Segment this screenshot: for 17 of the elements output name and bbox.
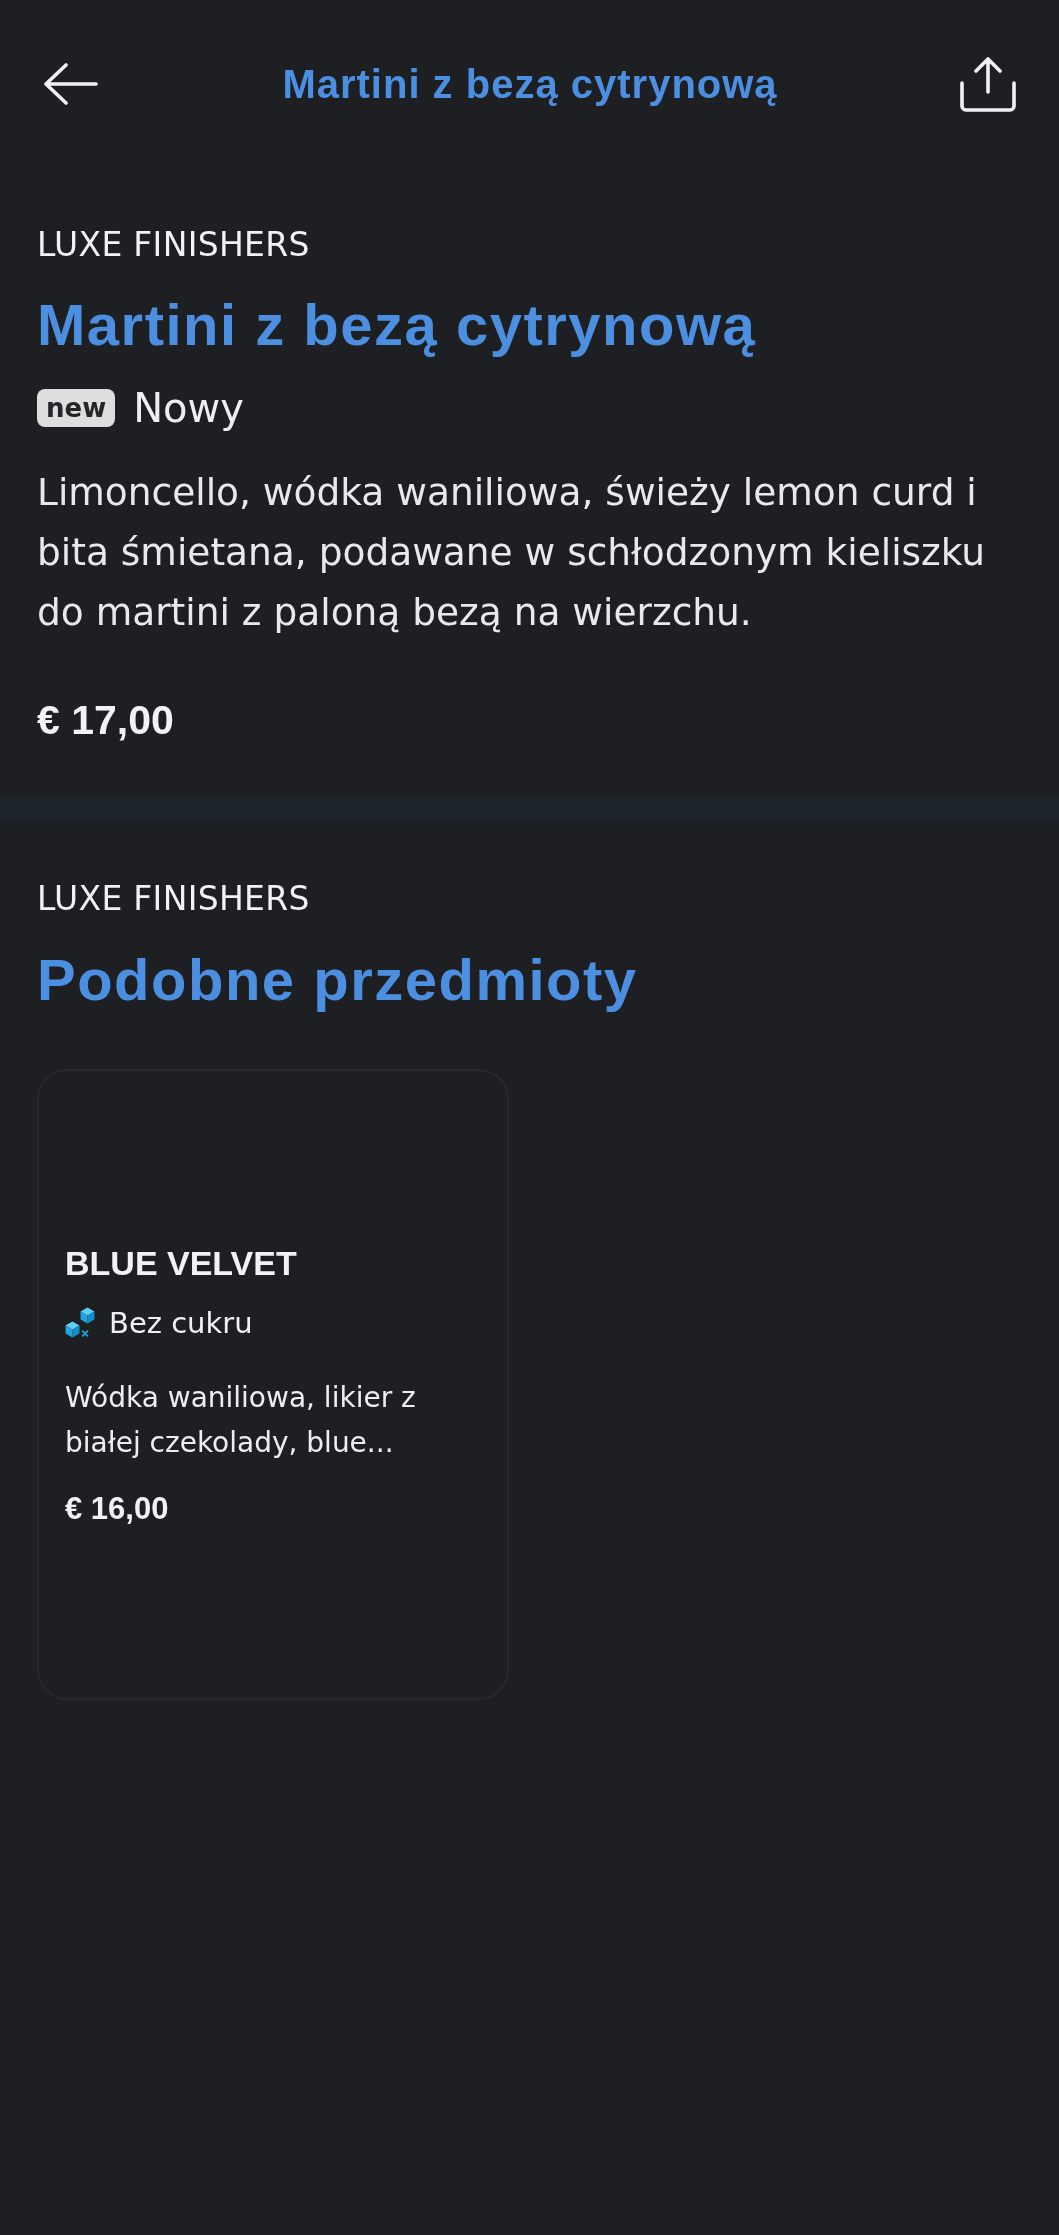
category-label: LUXE FINISHERS bbox=[37, 225, 310, 265]
tag-label: Bez cukru bbox=[109, 1304, 253, 1341]
product-name: BLUE VELVET bbox=[65, 1242, 297, 1283]
product-card[interactable]: BLUE VELVET Bez cukru Wódka waniliowa, likier z białej czekolady, blue... € 16,00 bbox=[37, 1069, 509, 1700]
status-label: Nowy bbox=[133, 384, 244, 433]
item-description: Limoncello, wódka waniliowa, świeży lemon curd i bita śmietana, podawane w schłodzonym kieliszku do martini z paloną bezą na wierzchu. bbox=[37, 469, 987, 636]
back-arrow-icon[interactable] bbox=[44, 63, 98, 105]
header-title: Martini z bezą cytrynową bbox=[282, 61, 778, 108]
category-label: LUXE FINISHERS bbox=[37, 879, 310, 919]
section-title: Podobne przedmioty bbox=[37, 946, 638, 1014]
product-description: Wódka waniliowa, likier z białej czekolady, blue... bbox=[65, 1379, 417, 1461]
item-price: € 17,00 bbox=[37, 696, 174, 744]
product-price: € 16,00 bbox=[65, 1490, 169, 1527]
sugar-cubes-icon bbox=[65, 1307, 95, 1338]
new-badge: new bbox=[37, 389, 116, 427]
item-title: Martini z bezą cytrynową bbox=[37, 291, 757, 359]
share-icon[interactable] bbox=[960, 56, 1016, 112]
